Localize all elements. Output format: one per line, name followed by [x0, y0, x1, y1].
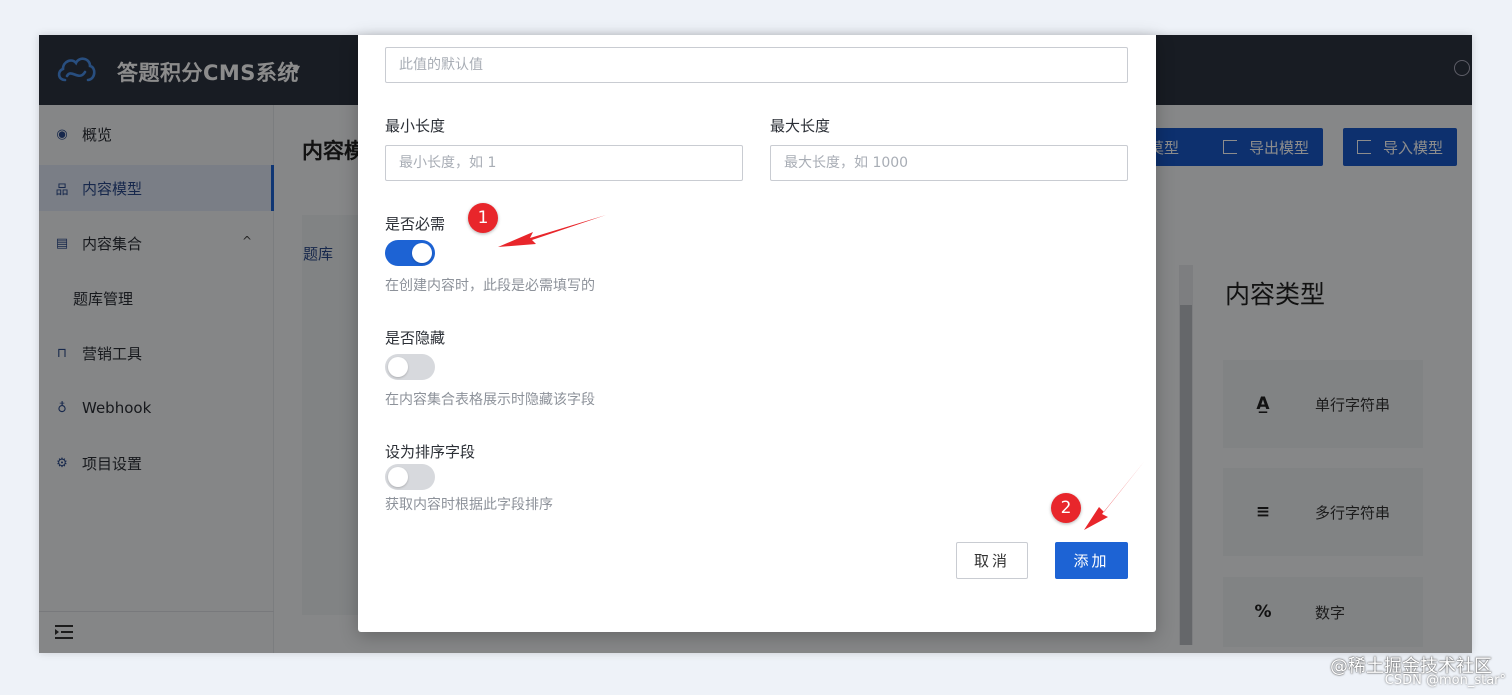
required-toggle[interactable] [385, 240, 435, 266]
min-length-input[interactable] [385, 145, 743, 181]
hidden-label: 是否隐藏 [385, 329, 446, 347]
default-value-input[interactable] [385, 47, 1128, 83]
sort-field-label: 设为排序字段 [385, 443, 476, 461]
cancel-button[interactable]: 取消 [956, 542, 1028, 579]
max-length-input[interactable] [770, 145, 1128, 181]
add-button[interactable]: 添加 [1055, 542, 1128, 579]
hidden-description: 在内容集合表格展示时隐藏该字段 [385, 392, 595, 408]
watermark-csdn: CSDN @mon_star° [1384, 673, 1506, 688]
hidden-toggle[interactable] [385, 354, 435, 380]
min-length-label: 最小长度 [385, 117, 446, 135]
required-description: 在创建内容时，此段是必需填写的 [385, 278, 595, 294]
required-label: 是否必需 [385, 215, 446, 233]
annotation-badge-2: 2 [1051, 493, 1081, 523]
annotation-badge-1: 1 [468, 203, 498, 233]
field-settings-modal: 最小长度 最大长度 是否必需 在创建内容时，此段是必需填写的 是否隐藏 在内容集… [358, 35, 1156, 632]
max-length-label: 最大长度 [770, 117, 831, 135]
sort-field-description: 获取内容时根据此字段排序 [385, 497, 553, 513]
sort-field-toggle[interactable] [385, 464, 435, 490]
